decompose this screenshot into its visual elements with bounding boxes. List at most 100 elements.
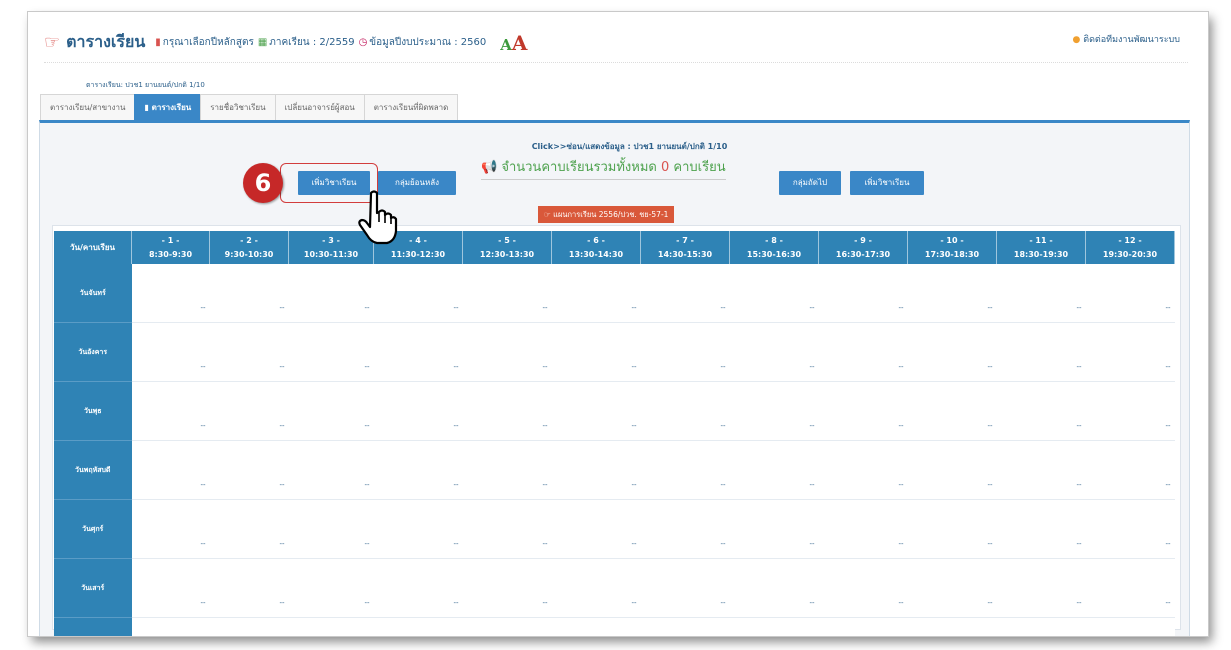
timetable-cell[interactable]: --	[640, 558, 730, 618]
timetable-cell[interactable]: --	[462, 381, 552, 441]
timetable-cell[interactable]: --	[1085, 322, 1175, 382]
timetable-cell[interactable]: --	[996, 558, 1086, 618]
timetable-cell[interactable]: --	[462, 558, 552, 618]
timetable-cell[interactable]: --	[1085, 499, 1175, 559]
period-header: - 10 - 17:30-18:30	[907, 231, 997, 264]
timetable-cell[interactable]: --	[729, 558, 819, 618]
curriculum-selector[interactable]: กรุณาเลือกปีหลักสูตร	[163, 35, 254, 50]
timetable-cell[interactable]: --	[996, 264, 1086, 323]
timetable-cell[interactable]: --	[996, 440, 1086, 500]
timetable-cell[interactable]: --	[288, 381, 374, 441]
timetable-cell[interactable]: --	[209, 558, 289, 618]
timetable-cell[interactable]: --	[996, 499, 1086, 559]
timetable-cell[interactable]: --	[818, 499, 908, 559]
timetable-cell[interactable]: --	[131, 499, 210, 559]
timetable-cell[interactable]: --	[551, 617, 641, 636]
timetable-cell[interactable]: --	[373, 617, 463, 636]
timetable-cell[interactable]: --	[209, 617, 289, 636]
timetable-cell[interactable]: --	[131, 381, 210, 441]
timetable-cell[interactable]: --	[907, 264, 997, 323]
tab-change-teacher[interactable]: เปลี่ยนอาจารย์ผู้สอน	[274, 94, 365, 120]
timetable-cell[interactable]: --	[818, 558, 908, 618]
timetable-cell[interactable]: --	[131, 322, 210, 382]
timetable-cell[interactable]: --	[907, 381, 997, 441]
timetable-cell[interactable]: --	[551, 558, 641, 618]
font-smaller-button[interactable]: A	[500, 36, 512, 54]
timetable-cell[interactable]: --	[373, 322, 463, 382]
timetable-cell[interactable]: --	[907, 558, 997, 618]
timetable-cell[interactable]: --	[373, 381, 463, 441]
timetable-cell[interactable]: --	[288, 440, 374, 500]
tab-bar: ตารางเรียน/สาขางาน ▮ ตารางเรียน รายชื่อว…	[40, 94, 459, 120]
toggle-info-link[interactable]: Click>>ซ่อน/แสดงข้อมูล : ปวช1 ยานยนต์/ปก…	[40, 140, 1189, 153]
timetable-cell[interactable]: --	[1085, 381, 1175, 441]
timetable-cell[interactable]: --	[640, 440, 730, 500]
timetable-cell[interactable]: --	[907, 322, 997, 382]
next-group-button[interactable]: กลุ่มถัดไป	[779, 171, 841, 195]
timetable-cell[interactable]: --	[818, 440, 908, 500]
timetable-cell[interactable]: --	[131, 440, 210, 500]
tab-timetable[interactable]: ▮ ตารางเรียน	[134, 94, 202, 120]
timetable-cell[interactable]: --	[907, 617, 997, 636]
tab-error-timetable[interactable]: ตารางเรียนที่ผิดพลาด	[363, 94, 459, 120]
timetable-cell[interactable]: --	[729, 381, 819, 441]
timetable-cell[interactable]: --	[551, 322, 641, 382]
timetable-cell[interactable]: --	[209, 499, 289, 559]
timetable-cell[interactable]: --	[288, 499, 374, 559]
timetable-cell[interactable]: --	[373, 499, 463, 559]
timetable-cell[interactable]: --	[288, 264, 374, 323]
tab-timetable-department[interactable]: ตารางเรียน/สาขางาน	[40, 94, 136, 120]
timetable-cell[interactable]: --	[818, 381, 908, 441]
timetable-cell[interactable]: --	[640, 322, 730, 382]
timetable-cell[interactable]: --	[288, 322, 374, 382]
timetable-cell[interactable]: --	[373, 558, 463, 618]
timetable-cell[interactable]: --	[1085, 558, 1175, 618]
add-subject-button-right[interactable]: เพิ่มวิชาเรียน	[850, 171, 924, 195]
contact-link[interactable]: ● ติดต่อทีมงานพัฒนาระบบ	[1072, 32, 1180, 46]
font-larger-button[interactable]: A	[512, 31, 528, 55]
timetable-cell[interactable]: --	[818, 617, 908, 636]
timetable-cell[interactable]: --	[729, 440, 819, 500]
timetable-cell[interactable]: --	[288, 558, 374, 618]
timetable-cell[interactable]: --	[209, 264, 289, 323]
tab-subject-list[interactable]: รายชื่อวิชาเรียน	[200, 94, 276, 120]
timetable-cell[interactable]: --	[729, 499, 819, 559]
page-header: ☞ ตารางเรียน ▮ กรุณาเลือกปีหลักสูตร ▦ ภา…	[44, 30, 527, 55]
timetable-cell[interactable]: --	[729, 322, 819, 382]
timetable-cell[interactable]: --	[462, 322, 552, 382]
timetable-cell[interactable]: --	[996, 381, 1086, 441]
timetable-cell[interactable]: --	[729, 264, 819, 323]
timetable-cell[interactable]: --	[209, 322, 289, 382]
timetable-cell[interactable]: --	[131, 558, 210, 618]
timetable-cell[interactable]: --	[551, 440, 641, 500]
timetable-cell[interactable]: --	[1085, 617, 1175, 636]
timetable-cell[interactable]: --	[996, 322, 1086, 382]
timetable-cell[interactable]: --	[462, 440, 552, 500]
timetable-cell[interactable]: --	[640, 264, 730, 323]
timetable-cell[interactable]: --	[373, 264, 463, 323]
timetable-cell[interactable]: --	[907, 440, 997, 500]
timetable-cell[interactable]: --	[729, 617, 819, 636]
timetable-cell[interactable]: --	[1085, 440, 1175, 500]
timetable-cell[interactable]: --	[907, 499, 997, 559]
timetable-cell[interactable]: --	[373, 440, 463, 500]
timetable-cell[interactable]: --	[131, 617, 210, 636]
timetable-cell[interactable]: --	[1085, 264, 1175, 323]
timetable-cell[interactable]: --	[551, 381, 641, 441]
curriculum-plan-badge[interactable]: ☞ แผนการเรียน 2556/ปวช. ชย-57-1	[538, 206, 675, 223]
timetable-cell[interactable]: --	[818, 322, 908, 382]
timetable-cell[interactable]: --	[131, 264, 210, 323]
timetable-cell[interactable]: --	[209, 381, 289, 441]
timetable-cell[interactable]: --	[996, 617, 1086, 636]
timetable-cell[interactable]: --	[209, 440, 289, 500]
timetable-cell[interactable]: --	[551, 499, 641, 559]
timetable-cell[interactable]: --	[818, 264, 908, 323]
timetable-cell[interactable]: --	[462, 499, 552, 559]
timetable-cell[interactable]: --	[462, 264, 552, 323]
timetable-cell[interactable]: --	[551, 264, 641, 323]
timetable-cell[interactable]: --	[640, 381, 730, 441]
timetable-cell[interactable]: --	[640, 499, 730, 559]
timetable-cell[interactable]: --	[640, 617, 730, 636]
timetable-cell[interactable]: --	[288, 617, 374, 636]
timetable-cell[interactable]: --	[462, 617, 552, 636]
